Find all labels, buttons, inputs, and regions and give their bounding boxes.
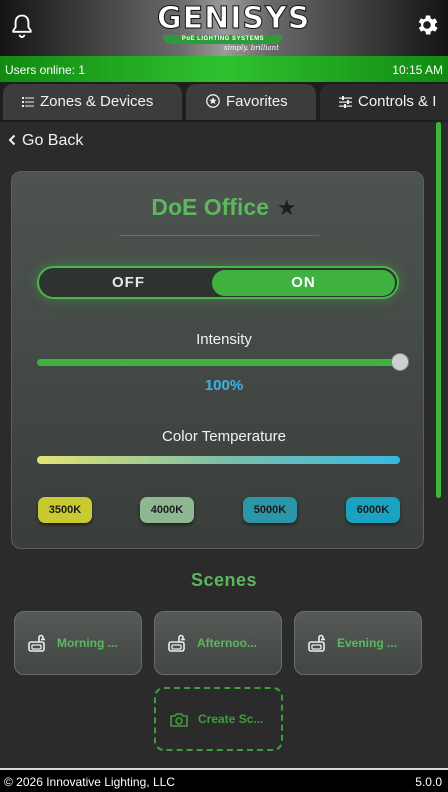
tab-favorites[interactable]: Favorites: [186, 84, 316, 120]
intensity-thumb[interactable]: [391, 353, 409, 371]
bell-icon[interactable]: [8, 12, 36, 40]
go-back-label: Go Back: [22, 132, 84, 149]
scene-label: Morning ...: [57, 636, 118, 650]
tab-zones-devices[interactable]: Zones & Devices: [3, 84, 182, 120]
power-toggle[interactable]: OFF ON: [37, 266, 399, 299]
intensity-fill: [37, 359, 400, 366]
scene-lamp-icon: [308, 634, 325, 652]
scene-morning-button[interactable]: Morning ...: [14, 611, 142, 675]
preset-5000k-button[interactable]: 5000K: [243, 497, 297, 523]
gear-icon[interactable]: [414, 12, 440, 38]
color-temp-slider[interactable]: [37, 456, 400, 464]
preset-3500k-button[interactable]: 3500K: [38, 497, 92, 523]
preset-4000k-button[interactable]: 4000K: [140, 497, 194, 523]
app-footer: © 2026 Innovative Lighting, LLC 5.0.0: [0, 768, 448, 792]
tab-bar: Zones & Devices Favorites Controls & I: [0, 82, 448, 122]
genisys-logo: GENISYS PoE LIGHTING SYSTEMS simply. bri…: [157, 1, 311, 53]
scene-evening-button[interactable]: Evening ...: [294, 611, 422, 675]
room-title: DoE Office ★: [0, 194, 448, 221]
create-scene-label: Create Sc...: [198, 712, 264, 726]
copyright-text: © 2026 Innovative Lighting, LLC: [4, 775, 175, 789]
tab-label: Zones & Devices: [40, 93, 154, 110]
app-header: GENISYS PoE LIGHTING SYSTEMS simply. bri…: [0, 0, 448, 56]
clock-text: 10:15 AM: [392, 63, 443, 77]
camera-icon: [170, 713, 188, 727]
users-online-text: Users online: 1: [5, 63, 86, 77]
logo-word: GENISYS: [157, 1, 311, 36]
sliders-icon: [339, 96, 352, 108]
tab-label: Controls & I: [358, 93, 437, 110]
scenes-title: Scenes: [190, 570, 258, 590]
create-scene-button[interactable]: Create Sc...: [154, 687, 283, 751]
scene-label: Evening ...: [337, 636, 398, 650]
room-name: DoE Office: [151, 194, 269, 220]
chevron-left-icon: [8, 134, 16, 146]
version-text: 5.0.0: [415, 775, 442, 789]
color-temp-label: Color Temperature: [162, 428, 286, 445]
status-bar: Users online: 1 10:15 AM: [0, 56, 448, 82]
scene-afternoon-button[interactable]: Afternoo...: [154, 611, 282, 675]
intensity-slider[interactable]: [37, 353, 409, 371]
tab-controls[interactable]: Controls & I: [320, 84, 448, 120]
scene-lamp-icon: [168, 634, 185, 652]
star-icon[interactable]: ★: [277, 195, 297, 221]
scene-label: Afternoo...: [197, 636, 257, 650]
intensity-label: Intensity: [196, 331, 252, 348]
preset-6000k-button[interactable]: 6000K: [346, 497, 400, 523]
logo-subtext: PoE LIGHTING SYSTEMS: [163, 35, 283, 44]
star-circle-icon: [206, 94, 220, 108]
list-icon: [22, 97, 34, 107]
title-divider: [119, 235, 319, 236]
go-back-link[interactable]: Go Back: [8, 132, 83, 150]
power-on-option[interactable]: ON: [212, 270, 395, 296]
scene-lamp-icon: [28, 634, 45, 652]
power-off-option[interactable]: OFF: [42, 270, 215, 296]
tab-label: Favorites: [226, 93, 288, 110]
logo-tagline: simply. brilliant: [224, 44, 279, 52]
intensity-value: 100%: [204, 377, 244, 394]
